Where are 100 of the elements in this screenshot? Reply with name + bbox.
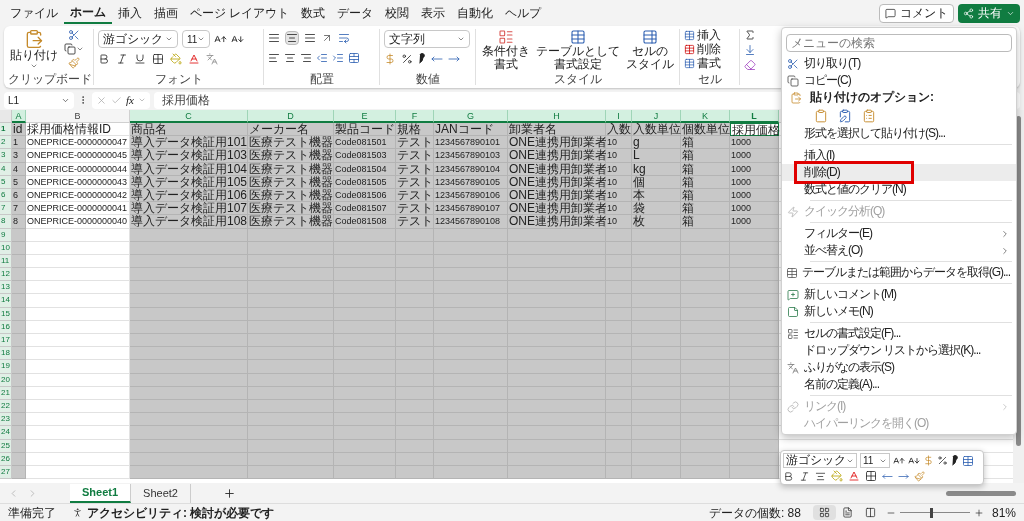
row-header[interactable]: 1 (0, 123, 12, 137)
column-header[interactable]: F (396, 110, 434, 123)
ribbon-tab[interactable]: データ (331, 2, 380, 24)
menu-item[interactable]: フィルター(E) (782, 225, 1016, 242)
accessibility-status[interactable]: アクセシビリティ: 検討が必要です (87, 503, 275, 521)
align-center-button[interactable] (284, 52, 296, 64)
column-header[interactable]: J (632, 110, 681, 123)
menu-item[interactable]: 新しいメモ(N) (782, 303, 1016, 320)
row-header[interactable]: 19 (0, 360, 12, 374)
align-bottom-button[interactable] (304, 32, 316, 44)
ribbon-tab[interactable]: 描画 (148, 2, 184, 24)
row-header[interactable]: 2 (0, 136, 12, 150)
row-header[interactable]: 7 (0, 202, 12, 216)
style-button[interactable]: 条件付き 書式 (480, 29, 532, 71)
align-top-button[interactable] (268, 32, 280, 44)
grow-font-button[interactable] (893, 454, 905, 467)
clear-button[interactable] (744, 59, 756, 71)
paste-button[interactable]: 貼り付け (8, 29, 60, 70)
ribbon-tab[interactable]: 校閲 (379, 2, 416, 24)
menu-item[interactable]: 新しいコメント(M) (782, 286, 1016, 303)
ribbon-tab[interactable]: 挿入 (112, 2, 148, 24)
fill-color-button[interactable] (170, 53, 182, 65)
row-header[interactable]: 18 (0, 347, 12, 361)
increase-indent-button[interactable] (332, 52, 344, 64)
fill-color-button[interactable] (831, 470, 843, 482)
number-format-dropdown[interactable]: 文字列 (384, 30, 470, 48)
align-right-button[interactable] (300, 52, 312, 64)
comma-style-button[interactable] (418, 53, 426, 65)
menu-item[interactable]: コピー(C) (782, 72, 1016, 89)
menu-search-field[interactable]: メニューの検索 (786, 34, 1012, 52)
row-header[interactable]: 23 (0, 413, 12, 427)
comment-button[interactable]: コメント (879, 3, 954, 23)
cells-button[interactable]: 書式 (684, 57, 721, 70)
paste-option-button[interactable] (862, 108, 876, 123)
row-header[interactable]: 12 (0, 268, 12, 282)
column-header[interactable]: E (334, 110, 396, 123)
horizontal-scrollbar[interactable] (946, 489, 1016, 497)
font-color-button[interactable] (848, 470, 860, 482)
autosum-button[interactable] (744, 29, 756, 41)
column-header[interactable]: A (12, 110, 26, 123)
row-header[interactable]: 24 (0, 426, 12, 440)
ribbon-tab[interactable]: ファイル (4, 2, 64, 24)
sheet-tab[interactable]: Sheet2 (131, 483, 191, 503)
row-header[interactable]: 17 (0, 334, 12, 348)
phonetic-button[interactable] (206, 53, 218, 65)
zoom-slider[interactable] (899, 507, 970, 518)
align-left-button[interactable] (268, 52, 280, 64)
column-header[interactable]: C (130, 110, 248, 123)
ribbon-tab[interactable]: ヘルプ (499, 2, 548, 24)
font-size-dropdown[interactable]: 11 (860, 453, 890, 468)
menu-item[interactable]: ふりがなの表示(S) (782, 359, 1016, 376)
decrease-indent-button[interactable] (316, 52, 328, 64)
column-header[interactable]: H (508, 110, 606, 123)
column-header[interactable]: K (681, 110, 730, 123)
row-header[interactable]: 3 (0, 149, 12, 163)
name-box[interactable]: L1 (4, 91, 74, 109)
insert-function-button[interactable]: fx (126, 91, 134, 109)
share-button[interactable]: 共有 (958, 3, 1020, 23)
row-header[interactable]: 14 (0, 294, 12, 308)
style-button[interactable]: セルの スタイル (624, 29, 676, 71)
add-sheet-button[interactable] (222, 486, 236, 500)
fill-button[interactable] (744, 44, 756, 56)
align-middle-button[interactable] (285, 31, 299, 45)
menu-item[interactable]: 名前の定義(A)... (782, 376, 1016, 393)
italic-button[interactable] (799, 470, 810, 482)
row-header[interactable]: 8 (0, 215, 12, 229)
copy-button[interactable] (64, 43, 84, 55)
normal-view-button[interactable] (812, 505, 836, 520)
merge-button[interactable] (348, 52, 360, 64)
ribbon-tab[interactable]: ページ レイアウト (184, 2, 296, 24)
cells-button[interactable]: 挿入 (684, 29, 721, 42)
italic-button[interactable] (116, 53, 128, 65)
orientation-button[interactable] (321, 32, 333, 44)
paste-option-button[interactable] (814, 108, 828, 123)
menu-item[interactable]: 形式を選択して貼り付け(S)... (782, 125, 1016, 142)
font-name-dropdown[interactable]: 游ゴシック (98, 30, 178, 48)
column-header[interactable]: B (26, 110, 130, 123)
column-header[interactable]: D (248, 110, 334, 123)
sheet-tab[interactable]: Sheet1 (70, 483, 132, 503)
bold-button[interactable] (783, 470, 794, 482)
ribbon-tab[interactable]: ホーム (64, 2, 112, 24)
ribbon-tab[interactable]: 自動化 (451, 2, 500, 24)
cells-button[interactable]: 削除 (684, 43, 721, 56)
menu-item[interactable]: 切り取り(T) (782, 55, 1016, 72)
underline-button[interactable] (134, 53, 146, 65)
menu-item[interactable]: セルの書式設定(F)... (782, 325, 1016, 342)
menu-item[interactable]: テーブルまたは範囲からデータを取得(G)... (782, 264, 1016, 281)
font-name-dropdown[interactable]: 游ゴシック (783, 453, 857, 468)
accounting-format-button[interactable] (384, 53, 396, 65)
format-button[interactable] (962, 454, 974, 467)
column-header[interactable]: G (434, 110, 508, 123)
align-center-button[interactable] (815, 470, 826, 482)
bold-button[interactable] (98, 53, 110, 65)
column-header[interactable]: I (606, 110, 632, 123)
wrap-text-button[interactable] (338, 32, 350, 44)
percent-button[interactable] (937, 455, 948, 466)
menu-item[interactable]: 数式と値のクリア(N) (782, 181, 1016, 198)
row-header[interactable]: 13 (0, 281, 12, 295)
menu-item[interactable]: 削除(D) (782, 164, 1016, 181)
borders-button[interactable] (152, 53, 164, 65)
